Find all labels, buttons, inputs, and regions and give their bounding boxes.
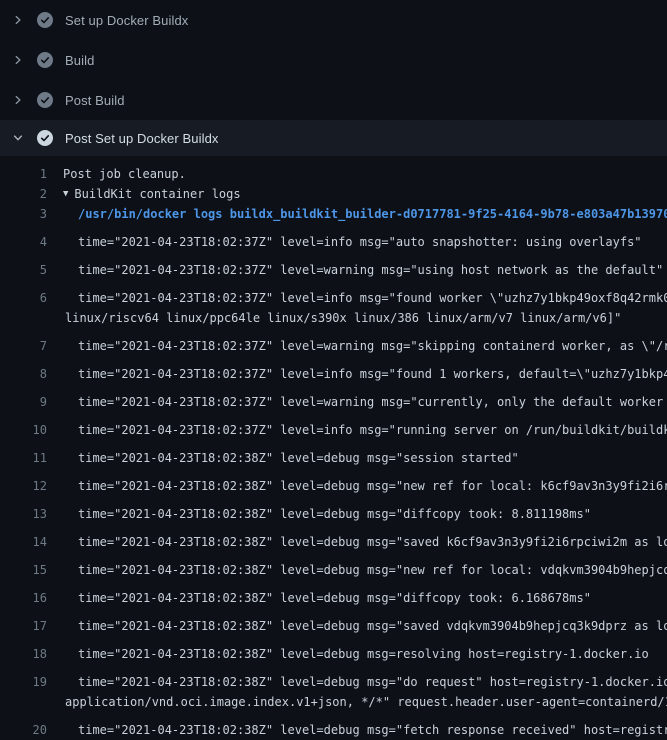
log-text: time="2021-04-23T18:02:38Z" level=debug … bbox=[78, 448, 519, 468]
log-text: time="2021-04-23T18:02:37Z" level=info m… bbox=[78, 288, 667, 308]
log-line: 8 time="2021-04-23T18:02:37Z" level=info … bbox=[0, 356, 667, 384]
check-circle-icon bbox=[37, 130, 53, 146]
log-text: time="2021-04-23T18:02:37Z" level=info m… bbox=[78, 364, 667, 384]
log-line: 11 time="2021-04-23T18:02:38Z" level=debu… bbox=[0, 440, 667, 468]
line-number[interactable]: 7 bbox=[0, 336, 47, 356]
check-circle-icon bbox=[37, 92, 53, 108]
log-text: time="2021-04-23T18:02:38Z" level=debug … bbox=[78, 560, 667, 580]
line-number[interactable]: 3 bbox=[0, 204, 47, 224]
log-line: 7 time="2021-04-23T18:02:37Z" level=warni… bbox=[0, 328, 667, 356]
chevron-right-icon bbox=[12, 14, 24, 26]
log-line: 20 time="2021-04-23T18:02:38Z" level=debu… bbox=[0, 712, 667, 740]
chevron-right-icon bbox=[12, 94, 24, 106]
log-text: time="2021-04-23T18:02:38Z" level=debug … bbox=[78, 504, 591, 524]
line-number[interactable]: 12 bbox=[0, 476, 47, 496]
line-number[interactable]: 13 bbox=[0, 504, 47, 524]
line-number[interactable]: 15 bbox=[0, 560, 47, 580]
chevron-down-icon bbox=[12, 132, 24, 144]
log-text: time="2021-04-23T18:02:37Z" level=info m… bbox=[78, 420, 667, 440]
line-number[interactable]: 6 bbox=[0, 288, 47, 308]
line-number[interactable]: 16 bbox=[0, 588, 47, 608]
line-number[interactable]: 5 bbox=[0, 260, 47, 280]
log-line: 6 time="2021-04-23T18:02:37Z" level=info … bbox=[0, 280, 667, 308]
step-section-title: Post Set up Docker Buildx bbox=[65, 131, 219, 146]
step-section-list: Set up Docker Buildx Build Post Build Post … bbox=[0, 0, 667, 156]
log-text: time="2021-04-23T18:02:38Z" level=debug … bbox=[78, 532, 667, 552]
line-number[interactable]: 2 bbox=[0, 184, 47, 204]
log-text: Post job cleanup. bbox=[63, 164, 186, 184]
log-line: 10 time="2021-04-23T18:02:37Z" level=info… bbox=[0, 412, 667, 440]
log-line: 2 ▼ BuildKit container logs bbox=[0, 184, 667, 204]
log-text: time="2021-04-23T18:02:38Z" level=debug … bbox=[78, 588, 591, 608]
log-line: application/vnd.oci.image.index.v1+json,… bbox=[0, 692, 667, 712]
log-line: 15 time="2021-04-23T18:02:38Z" level=debu… bbox=[0, 552, 667, 580]
check-circle-icon bbox=[37, 12, 53, 28]
log-text: BuildKit container logs bbox=[74, 184, 240, 204]
log-text: time="2021-04-23T18:02:37Z" level=warnin… bbox=[78, 260, 663, 280]
line-number[interactable]: 14 bbox=[0, 532, 47, 552]
line-number[interactable]: 10 bbox=[0, 420, 47, 440]
step-section-header[interactable]: Build bbox=[0, 40, 667, 80]
line-number bbox=[0, 692, 47, 712]
log-text: time="2021-04-23T18:02:38Z" level=debug … bbox=[78, 644, 649, 664]
log-text: time="2021-04-23T18:02:38Z" level=debug … bbox=[78, 720, 667, 740]
log-line: 18 time="2021-04-23T18:02:38Z" level=debu… bbox=[0, 636, 667, 664]
line-number[interactable]: 11 bbox=[0, 448, 47, 468]
line-number[interactable]: 19 bbox=[0, 672, 47, 692]
group-toggle-icon[interactable]: ▼ bbox=[63, 184, 68, 204]
log-line: 13 time="2021-04-23T18:02:38Z" level=debu… bbox=[0, 496, 667, 524]
log-line: 16 time="2021-04-23T18:02:38Z" level=debu… bbox=[0, 580, 667, 608]
line-number[interactable]: 20 bbox=[0, 720, 47, 740]
line-number[interactable]: 1 bbox=[0, 164, 47, 184]
log-text: time="2021-04-23T18:02:37Z" level=warnin… bbox=[78, 392, 667, 412]
step-section-header[interactable]: Post Set up Docker Buildx bbox=[0, 120, 667, 156]
log-text: time="2021-04-23T18:02:38Z" level=debug … bbox=[78, 672, 667, 692]
step-section-title: Set up Docker Buildx bbox=[65, 13, 188, 28]
log-line: 1 Post job cleanup. bbox=[0, 164, 667, 184]
line-number[interactable]: 9 bbox=[0, 392, 47, 412]
log-text: time="2021-04-23T18:02:37Z" level=warnin… bbox=[78, 336, 667, 356]
line-number[interactable]: 8 bbox=[0, 364, 47, 384]
step-section-header[interactable]: Set up Docker Buildx bbox=[0, 0, 667, 40]
log-text: time="2021-04-23T18:02:38Z" level=debug … bbox=[78, 476, 667, 496]
log-text: time="2021-04-23T18:02:38Z" level=debug … bbox=[78, 616, 667, 636]
log-line: 12 time="2021-04-23T18:02:38Z" level=debu… bbox=[0, 468, 667, 496]
log-line: linux/riscv64 linux/ppc64le linux/s390x … bbox=[0, 308, 667, 328]
log-command-text: /usr/bin/docker logs buildx_buildkit_bui… bbox=[78, 204, 667, 224]
log-scroll-area[interactable]: 1 Post job cleanup. 2 ▼ BuildKit container l… bbox=[0, 156, 667, 740]
log-line: 19 time="2021-04-23T18:02:38Z" level=debu… bbox=[0, 664, 667, 692]
line-number[interactable]: 4 bbox=[0, 232, 47, 252]
log-text: application/vnd.oci.image.index.v1+json,… bbox=[65, 692, 667, 712]
log-line: 4 time="2021-04-23T18:02:37Z" level=info … bbox=[0, 224, 667, 252]
log-text: linux/riscv64 linux/ppc64le linux/s390x … bbox=[65, 308, 621, 328]
step-section-title: Build bbox=[65, 53, 94, 68]
log-line: 3/usr/bin/docker logs buildx_buildkit_bu… bbox=[0, 204, 667, 224]
step-section-header[interactable]: Post Build bbox=[0, 80, 667, 120]
line-number[interactable]: 18 bbox=[0, 644, 47, 664]
log-line: 5 time="2021-04-23T18:02:37Z" level=warni… bbox=[0, 252, 667, 280]
log-text: time="2021-04-23T18:02:37Z" level=info m… bbox=[78, 232, 642, 252]
line-number bbox=[0, 308, 47, 328]
log-line: 14 time="2021-04-23T18:02:38Z" level=debu… bbox=[0, 524, 667, 552]
chevron-right-icon bbox=[12, 54, 24, 66]
line-number[interactable]: 17 bbox=[0, 616, 47, 636]
log-line: 17 time="2021-04-23T18:02:38Z" level=debu… bbox=[0, 608, 667, 636]
step-section-title: Post Build bbox=[65, 93, 125, 108]
log-line: 9 time="2021-04-23T18:02:37Z" level=warni… bbox=[0, 384, 667, 412]
check-circle-icon bbox=[37, 52, 53, 68]
